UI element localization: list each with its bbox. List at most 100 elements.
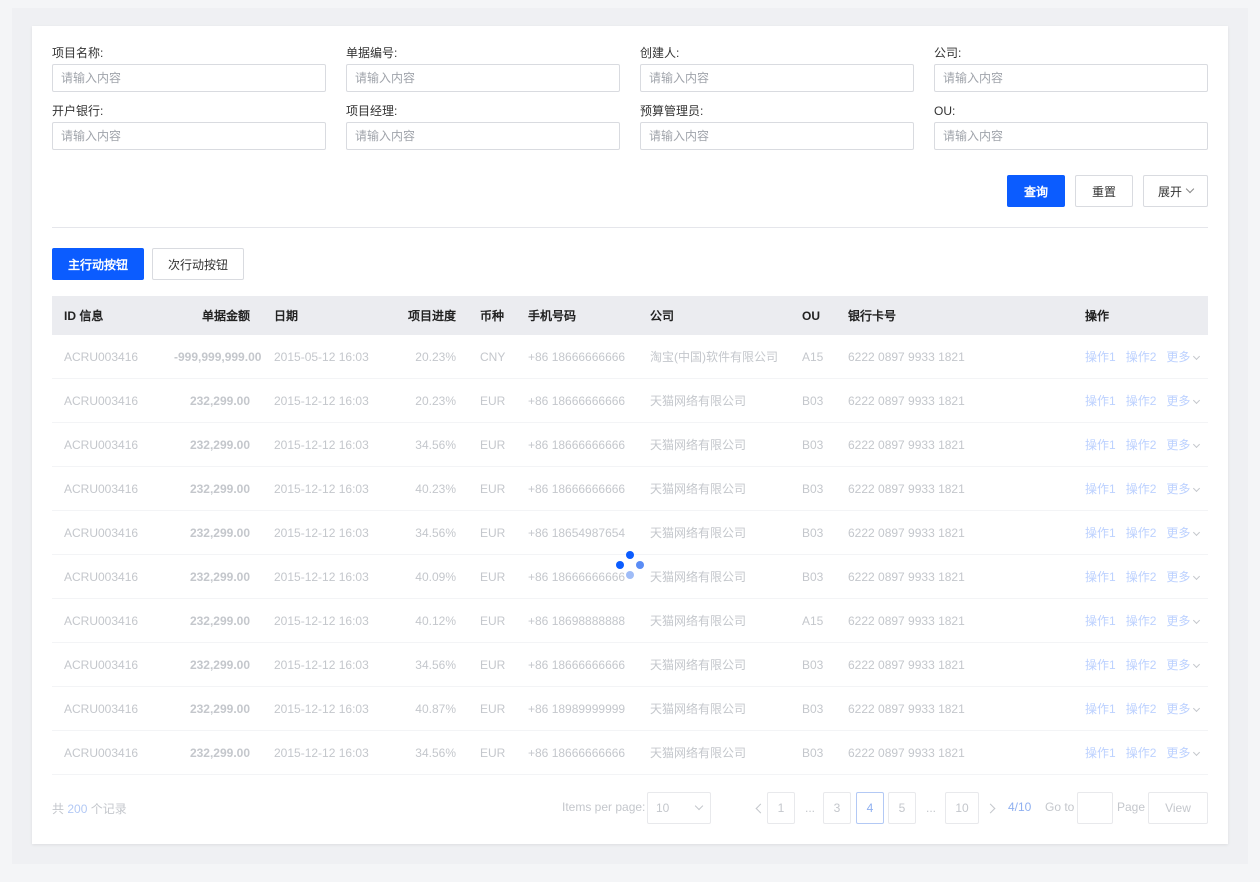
expand-button[interactable]: 展开 [1143, 175, 1208, 207]
op2-link[interactable]: 操作2 [1126, 746, 1157, 760]
view-button[interactable]: View [1148, 792, 1208, 824]
column-header[interactable]: 单据金额 [162, 307, 262, 324]
table-row[interactable]: ACRU003416 232,299.00 2015-12-12 16:03 34.5… [52, 643, 1208, 687]
more-link[interactable]: 更多 [1166, 482, 1201, 496]
table-cell: 232,299.00 [189, 569, 250, 584]
more-link[interactable]: 更多 [1166, 746, 1201, 760]
next-page-button[interactable] [983, 792, 997, 824]
filter-company: 公司: [934, 44, 1208, 92]
table-cell: ACRU003416 [64, 525, 139, 540]
op1-link[interactable]: 操作1 [1085, 746, 1116, 760]
op1-link[interactable]: 操作1 [1085, 570, 1116, 584]
more-link[interactable]: 更多 [1166, 702, 1201, 716]
table-row[interactable]: ACRU003416 232,299.00 2015-12-12 16:03 34.5… [52, 511, 1208, 555]
prev-page-button[interactable] [752, 792, 768, 824]
company-input[interactable] [934, 64, 1208, 92]
table-cell: ACRU003416 [64, 701, 139, 716]
table-cell: CNY [480, 349, 506, 364]
table-cell: -999,999,999.00 [174, 349, 262, 364]
op2-link[interactable]: 操作2 [1126, 438, 1157, 452]
column-header[interactable]: 银行卡号 [836, 307, 1073, 324]
creator-input[interactable] [640, 64, 914, 92]
table-row[interactable]: ACRU003416 -999,999,999.00 2015-05-12 16:0… [52, 335, 1208, 379]
table-row[interactable]: ACRU003416 232,299.00 2015-12-12 16:03 34.5… [52, 731, 1208, 775]
table-row[interactable]: ACRU003416 232,299.00 2015-12-12 16:03 40.8… [52, 687, 1208, 731]
more-link[interactable]: 更多 [1166, 438, 1201, 452]
table-cell: 34.56% [415, 525, 456, 540]
secondary-action-button[interactable]: 次行动按钮 [152, 248, 244, 280]
op1-link[interactable]: 操作1 [1085, 702, 1116, 716]
column-header[interactable]: ID 信息 [52, 307, 162, 324]
table-cell: +86 18654987654 [528, 525, 626, 540]
goto-page-input[interactable] [1077, 792, 1113, 824]
page-button-current[interactable]: 4 [856, 792, 884, 824]
op2-link[interactable]: 操作2 [1126, 394, 1157, 408]
chevron-down-icon [1193, 396, 1201, 404]
primary-action-button[interactable]: 主行动按钮 [52, 248, 144, 280]
more-link[interactable]: 更多 [1166, 570, 1201, 584]
op2-link[interactable]: 操作2 [1126, 658, 1157, 672]
column-header[interactable]: OU [790, 309, 836, 323]
column-header[interactable]: 日期 [262, 307, 388, 324]
table-cell: 天猫网络有限公司 [650, 482, 747, 496]
op1-link[interactable]: 操作1 [1085, 350, 1116, 364]
op2-link[interactable]: 操作2 [1126, 350, 1157, 364]
items-per-page-select[interactable]: 10 [647, 792, 711, 824]
expand-label: 展开 [1157, 184, 1182, 199]
more-link[interactable]: 更多 [1166, 614, 1201, 628]
op2-link[interactable]: 操作2 [1126, 614, 1157, 628]
page-button[interactable]: 5 [888, 792, 916, 824]
page-button[interactable]: 3 [823, 792, 851, 824]
ou-input[interactable] [934, 122, 1208, 150]
table-cell: EUR [480, 437, 506, 452]
bank-input[interactable] [52, 122, 326, 150]
column-header[interactable]: 公司 [638, 307, 790, 324]
table-cell: 232,299.00 [189, 701, 250, 716]
table-cell: B03 [802, 525, 824, 540]
table-cell: 232,299.00 [189, 481, 250, 496]
budget-admin-input[interactable] [640, 122, 914, 150]
op2-link[interactable]: 操作2 [1126, 526, 1157, 540]
column-header[interactable]: 手机号码 [516, 307, 638, 324]
table-row[interactable]: ACRU003416 232,299.00 2015-12-12 16:03 20.2… [52, 379, 1208, 423]
table-row[interactable]: ACRU003416 232,299.00 2015-12-12 16:03 40.2… [52, 467, 1208, 511]
row-actions: 操作1 操作2 更多 [1073, 612, 1208, 629]
document-number-input[interactable] [346, 64, 620, 92]
more-link[interactable]: 更多 [1166, 394, 1201, 408]
table-cell: 6222 0897 9933 1821 [848, 657, 965, 672]
op1-link[interactable]: 操作1 [1085, 438, 1116, 452]
table-cell: 6222 0897 9933 1821 [848, 437, 965, 452]
table-cell: EUR [480, 481, 506, 496]
op1-link[interactable]: 操作1 [1085, 614, 1116, 628]
more-label: 更多 [1166, 658, 1191, 672]
project-manager-input[interactable] [346, 122, 620, 150]
op1-link[interactable]: 操作1 [1085, 482, 1116, 496]
row-actions: 操作1 操作2 更多 [1073, 656, 1208, 673]
reset-button[interactable]: 重置 [1075, 175, 1133, 207]
query-button[interactable]: 查询 [1007, 175, 1065, 207]
page-button[interactable]: 10 [945, 792, 979, 824]
op1-link[interactable]: 操作1 [1085, 526, 1116, 540]
project-name-input[interactable] [52, 64, 326, 92]
op1-link[interactable]: 操作1 [1085, 658, 1116, 672]
op2-link[interactable]: 操作2 [1126, 482, 1157, 496]
more-link[interactable]: 更多 [1166, 526, 1201, 540]
column-header[interactable]: 币种 [468, 307, 516, 324]
field-label: 公司: [934, 46, 962, 60]
op1-link[interactable]: 操作1 [1085, 394, 1116, 408]
op2-link[interactable]: 操作2 [1126, 702, 1157, 716]
page-button[interactable]: 1 [767, 792, 795, 824]
table-cell: 232,299.00 [189, 393, 250, 408]
table-cell: 232,299.00 [189, 613, 250, 628]
more-link[interactable]: 更多 [1166, 658, 1201, 672]
filter-bank: 开户银行: [52, 102, 326, 150]
column-header[interactable]: 项目进度 [388, 307, 468, 324]
chevron-down-icon [1193, 660, 1201, 668]
more-link[interactable]: 更多 [1166, 350, 1201, 364]
table-row[interactable]: ACRU003416 232,299.00 2015-12-12 16:03 40.1… [52, 599, 1208, 643]
table-cell: B03 [802, 569, 824, 584]
field-label: OU: [934, 104, 956, 118]
field-label: 预算管理员: [640, 104, 704, 118]
op2-link[interactable]: 操作2 [1126, 570, 1157, 584]
table-row[interactable]: ACRU003416 232,299.00 2015-12-12 16:03 34.5… [52, 423, 1208, 467]
